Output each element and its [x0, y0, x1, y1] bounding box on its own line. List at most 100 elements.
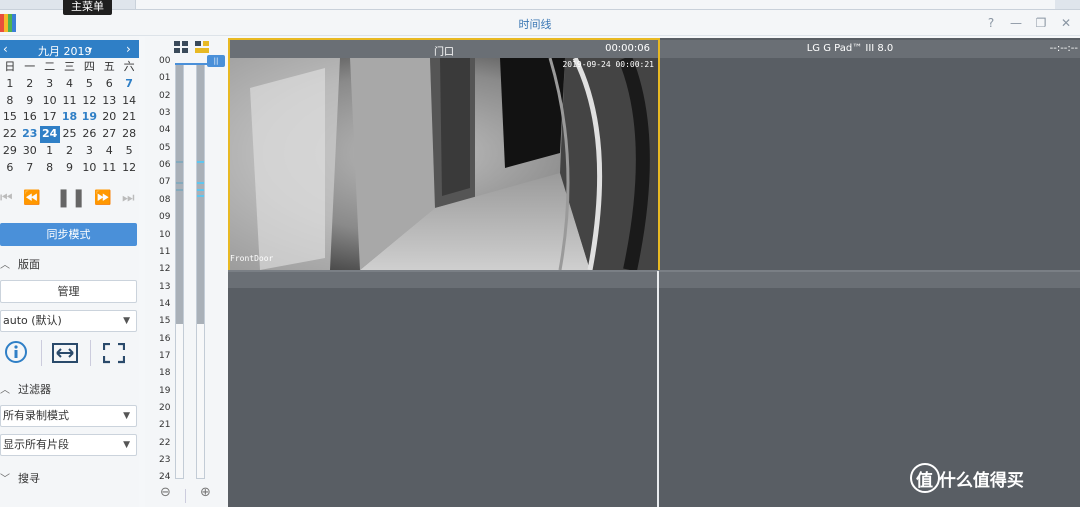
- calendar-day[interactable]: 12: [119, 160, 139, 177]
- calendar-day[interactable]: 28: [119, 126, 139, 143]
- calendar-day[interactable]: 1: [40, 143, 60, 160]
- hour-label: 00: [159, 56, 171, 66]
- timeline-track[interactable]: [175, 64, 184, 479]
- calendar-day[interactable]: 10: [40, 93, 60, 110]
- calendar-day[interactable]: 5: [79, 76, 99, 93]
- fast-forward-icon[interactable]: ⏩: [94, 190, 111, 206]
- calendar-day[interactable]: 11: [60, 93, 80, 110]
- search-section-header[interactable]: ﹀ 搜寻: [0, 470, 40, 486]
- window-title: 时间线: [518, 18, 552, 31]
- layout-select[interactable]: auto (默认) ▼: [0, 310, 137, 332]
- rewind-icon[interactable]: ⏪: [23, 190, 40, 206]
- prev-month-icon[interactable]: ‹: [3, 42, 8, 56]
- info-icon[interactable]: [4, 340, 28, 368]
- pause-icon[interactable]: ❚❚: [56, 187, 86, 208]
- calendar-day-selected[interactable]: 24: [39, 126, 60, 143]
- calendar-day[interactable]: 17: [40, 109, 60, 126]
- manage-button[interactable]: 管理: [0, 280, 137, 303]
- calendar-day[interactable]: 8: [0, 93, 20, 110]
- help-icon[interactable]: ?: [983, 15, 999, 31]
- video-pane-front-door[interactable]: 门口 00:00:06 2019-09-24 00:00:21 FrontDoo…: [228, 38, 660, 273]
- calendar-day[interactable]: 12: [79, 93, 99, 110]
- skip-back-icon[interactable]: ⏮: [0, 190, 13, 206]
- calendar-day-recorded[interactable]: 23: [20, 126, 40, 143]
- zoom-in-icon[interactable]: ⊕: [200, 485, 211, 500]
- hour-label: 02: [159, 90, 171, 101]
- pane-header: LG G Pad™ III 8.0 --:--:--: [660, 40, 1080, 58]
- calendar-day[interactable]: 21: [119, 109, 139, 126]
- next-month-icon[interactable]: ›: [126, 42, 131, 56]
- layout-section-header[interactable]: ︿ 版面: [0, 256, 40, 272]
- calendar-day[interactable]: 8: [40, 160, 60, 177]
- calendar-day[interactable]: 1: [0, 76, 20, 93]
- calendar-day[interactable]: 6: [0, 160, 20, 177]
- calendar-day[interactable]: 9: [60, 160, 80, 177]
- hour-label: 05: [159, 142, 171, 153]
- calendar-day[interactable]: 25: [60, 126, 80, 143]
- hour-label: 16: [159, 333, 171, 344]
- event-marker[interactable]: [197, 189, 204, 191]
- calendar-day-recorded[interactable]: 19: [79, 109, 99, 126]
- close-icon[interactable]: ✕: [1058, 15, 1074, 31]
- calendar-day[interactable]: 22: [0, 126, 20, 143]
- event-marker[interactable]: [197, 182, 204, 184]
- time-cursor-handle[interactable]: ||: [207, 55, 225, 67]
- browser-tab[interactable]: [135, 0, 1055, 9]
- calendar-day[interactable]: 13: [99, 93, 119, 110]
- hour-label: 08: [159, 194, 171, 205]
- camera-name: 门口: [434, 47, 454, 58]
- hour-label: 23: [159, 455, 171, 466]
- calendar-day[interactable]: 14: [119, 93, 139, 110]
- layout-section-label: 版面: [18, 258, 40, 271]
- calendar-day[interactable]: 4: [60, 76, 80, 93]
- calendar-day[interactable]: 2: [20, 76, 40, 93]
- calendar-day[interactable]: 2: [60, 143, 80, 160]
- calendar-day[interactable]: 4: [99, 143, 119, 160]
- chevron-up-icon: ︿: [0, 385, 10, 396]
- calendar-day[interactable]: 20: [99, 109, 119, 126]
- event-marker[interactable]: [197, 195, 204, 197]
- fit-width-icon[interactable]: [52, 343, 78, 371]
- zoom-out-icon[interactable]: ⊖: [160, 485, 171, 500]
- pane-header-empty: [228, 272, 657, 288]
- calendar-day[interactable]: 3: [79, 143, 99, 160]
- calendar-day[interactable]: 3: [40, 76, 60, 93]
- timeline-track[interactable]: [196, 64, 205, 479]
- video-pane-empty[interactable]: [228, 288, 657, 507]
- filter-section-header[interactable]: ︿ 过滤器: [0, 381, 51, 397]
- calendar-day[interactable]: 9: [20, 93, 40, 110]
- divider: [90, 340, 91, 366]
- hour-label: 15: [159, 316, 171, 327]
- calendar-day[interactable]: 26: [79, 126, 99, 143]
- skip-forward-icon[interactable]: ⏭: [122, 190, 135, 206]
- calendar-day[interactable]: 11: [99, 160, 119, 177]
- calendar-day[interactable]: 29: [0, 143, 20, 160]
- calendar-day[interactable]: 16: [20, 109, 40, 126]
- calendar-day[interactable]: 7: [20, 160, 40, 177]
- hour-label: 21: [159, 420, 171, 431]
- calendar-day[interactable]: 15: [0, 109, 20, 126]
- record-mode-select[interactable]: 所有录制模式 ▼: [0, 405, 137, 427]
- grid-view-icon[interactable]: [174, 41, 188, 53]
- calendar-day-recorded[interactable]: 7: [119, 76, 139, 93]
- video-pane-tablet[interactable]: LG G Pad™ III 8.0 --:--:--: [660, 38, 1080, 271]
- event-marker[interactable]: [197, 161, 204, 163]
- week-row: 22 23 24 25 26 27 28: [0, 126, 139, 143]
- calendar-day[interactable]: 30: [20, 143, 40, 160]
- sync-mode-button[interactable]: 同步模式: [0, 223, 137, 246]
- hour-label: 14: [159, 298, 171, 309]
- minimize-icon[interactable]: —: [1008, 15, 1024, 31]
- calendar-day[interactable]: 10: [79, 160, 99, 177]
- chevron-down-icon[interactable]: ▾: [88, 45, 92, 54]
- calendar-day-recorded[interactable]: 18: [60, 109, 80, 126]
- weekday: 一: [24, 60, 36, 73]
- segment-select[interactable]: 显示所有片段 ▼: [0, 434, 137, 456]
- month-selector[interactable]: 九月 2019: [38, 43, 92, 59]
- calendar-day[interactable]: 5: [119, 143, 139, 160]
- watermark-text: 值 什么值得买: [916, 471, 1024, 491]
- timeline-view-icon[interactable]: [195, 41, 209, 53]
- maximize-icon[interactable]: ❐: [1033, 15, 1049, 31]
- calendar-day[interactable]: 6: [99, 76, 119, 93]
- calendar-day[interactable]: 27: [99, 126, 119, 143]
- fullscreen-icon[interactable]: [103, 343, 125, 371]
